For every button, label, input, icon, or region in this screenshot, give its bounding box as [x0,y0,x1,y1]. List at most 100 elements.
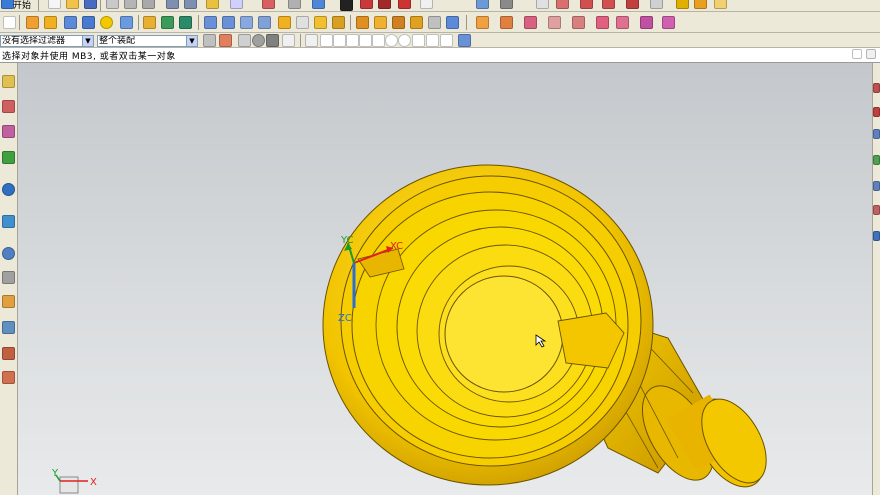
hole-icon[interactable] [143,16,156,29]
fit-view-icon[interactable] [262,0,275,9]
trim-body-icon[interactable] [392,16,405,29]
snap-plus-icon[interactable] [412,34,425,47]
tools-icon[interactable] [206,0,219,9]
trim-sheet-icon[interactable] [640,16,653,29]
web-browser-icon[interactable] [2,183,15,196]
snap-cross-icon[interactable] [440,34,453,47]
sketch-box-icon[interactable] [3,16,16,29]
process-studio-icon[interactable] [2,321,15,334]
datum-icon[interactable] [556,0,569,9]
edit-icon[interactable] [714,0,727,9]
snap-end-icon[interactable] [320,34,333,47]
chamfer-icon[interactable] [278,16,291,29]
intersect-icon[interactable] [240,16,253,29]
n-sided-icon[interactable] [572,16,585,29]
selection-scope-combo[interactable]: 整个装配 ▼ [97,35,198,47]
copy-icon[interactable] [124,0,137,9]
sketch-icon[interactable] [536,0,549,9]
right-tool-icon-4[interactable] [873,155,880,165]
paste-icon[interactable] [142,0,155,9]
maximize-icon[interactable] [852,49,862,59]
spline-icon[interactable] [650,0,663,9]
extension-icon[interactable] [596,16,609,29]
undo-icon[interactable] [166,0,179,9]
selection-icon[interactable] [230,0,243,9]
unite-icon[interactable] [204,16,217,29]
palette-icon[interactable] [2,295,15,308]
snap-tangent-icon[interactable] [372,34,385,47]
gear-icon[interactable] [203,34,216,47]
edge-blend-icon[interactable] [258,16,271,29]
start-menu-label[interactable]: 开始 [13,0,31,11]
offset-surface-icon[interactable] [616,16,629,29]
new-file-icon[interactable] [48,0,61,9]
open-folder-icon[interactable] [66,0,79,9]
cylinder-icon[interactable] [82,16,95,29]
save-icon[interactable] [84,0,97,9]
right-tool-icon-1[interactable] [873,83,880,93]
system-materials-icon[interactable] [2,271,15,284]
snap-line-icon[interactable] [333,34,346,47]
mirror-icon[interactable] [374,16,387,29]
bowl[interactable] [322,164,654,486]
rotate-icon[interactable] [252,34,265,47]
part-navigator-icon[interactable] [2,125,15,138]
hide-icon[interactable] [282,34,295,47]
cut-icon[interactable] [106,0,119,9]
shell-icon[interactable] [296,16,309,29]
analysis-icon[interactable] [694,0,707,9]
thicken-icon[interactable] [428,16,441,29]
sphere-icon[interactable] [100,16,113,29]
pocket-icon[interactable] [179,16,192,29]
revolve-icon[interactable] [44,16,57,29]
type-filter-combo[interactable]: 没有选择过滤器 ▼ [0,35,94,47]
snap-point-icon[interactable] [346,34,359,47]
arc-icon[interactable] [626,0,639,9]
draft-icon[interactable] [314,16,327,29]
snap-diagonal-icon[interactable] [426,34,439,47]
render-style-icon[interactable] [312,0,325,9]
offset-face-icon[interactable] [332,16,345,29]
assembly-navigator-icon[interactable] [2,75,15,88]
view-box-icon[interactable] [420,0,433,9]
graphics-window[interactable]: XC YC ZC X Y [18,63,872,495]
clock-icon[interactable] [2,247,15,260]
cube-red-icon[interactable] [360,0,373,9]
layer-icon[interactable] [398,0,411,9]
snap-center-icon[interactable] [398,34,411,47]
right-tool-icon-3[interactable] [873,129,880,139]
measure-icon[interactable] [676,0,689,9]
reuse-library-icon[interactable] [2,151,15,164]
show-icon[interactable] [266,34,279,47]
right-tool-icon-6[interactable] [873,205,880,215]
snap-grid-icon[interactable] [305,34,318,47]
line-icon[interactable] [602,0,615,9]
close-icon[interactable] [866,49,876,59]
split-body-icon[interactable] [410,16,423,29]
chevron-down-icon[interactable]: ▼ [186,36,197,46]
extrude-icon[interactable] [26,16,39,29]
select-all-icon[interactable] [219,34,232,47]
snap-circle-icon[interactable] [385,34,398,47]
patch-icon[interactable] [662,16,675,29]
chevron-down-icon[interactable]: ▼ [82,36,93,46]
snap-curve-icon[interactable] [359,34,372,47]
through-curves-icon[interactable] [524,16,537,29]
orient-icon[interactable] [500,0,513,9]
swept-icon[interactable] [500,16,513,29]
constraint-navigator-icon[interactable] [2,100,15,113]
roles-icon[interactable] [2,347,15,360]
right-tool-icon-7[interactable] [873,231,880,241]
history-icon[interactable] [2,215,15,228]
zoom-icon[interactable] [288,0,301,9]
wcs-icon[interactable] [476,0,489,9]
subtract-icon[interactable] [222,16,235,29]
bounded-plane-icon[interactable] [548,16,561,29]
sew-icon[interactable] [446,16,459,29]
cube-dark-red-icon[interactable] [378,0,391,9]
curve-icon[interactable] [580,0,593,9]
feature-select-icon[interactable] [238,34,251,47]
shaded-icon[interactable] [340,0,353,11]
pattern-icon[interactable] [356,16,369,29]
snap-reset-icon[interactable] [458,34,471,47]
